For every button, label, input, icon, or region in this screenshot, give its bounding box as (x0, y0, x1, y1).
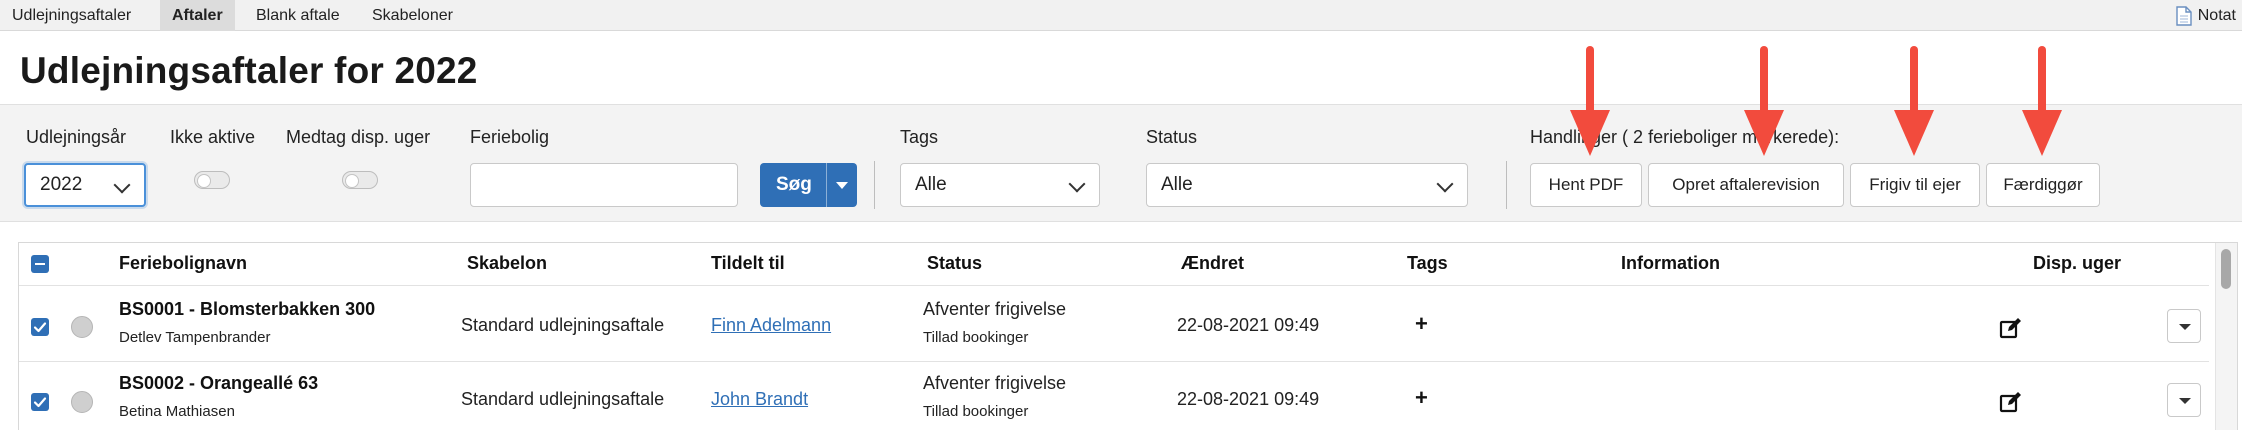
row-assigned-link[interactable]: John Brandt (711, 389, 808, 410)
get-pdf-button[interactable]: Hent PDF (1530, 163, 1642, 207)
agreements-table: Feriebolignavn Skabelon Tildelt til Stat… (18, 242, 2238, 430)
status-label: Status (1146, 127, 1198, 147)
document-icon (2176, 5, 2192, 26)
row-property-name: BS0001 - Blomsterbakken 300 (119, 299, 376, 319)
column-header-template[interactable]: Skabelon (467, 253, 547, 274)
column-header-information[interactable]: Information (1621, 253, 1720, 274)
search-dropdown-toggle[interactable] (827, 181, 857, 189)
tags-value: Alle (915, 174, 947, 195)
include-weeks-toggle[interactable] (342, 171, 378, 189)
add-tag-button[interactable]: + (1415, 385, 1428, 411)
search-button[interactable]: Søg (760, 163, 857, 207)
tab-skabeloner[interactable]: Skabeloner (360, 0, 465, 31)
row-changed: 22-08-2021 09:49 (1177, 389, 1320, 409)
edit-icon[interactable] (1999, 317, 2023, 339)
column-header-status[interactable]: Status (927, 253, 982, 274)
row-owner-name: Betina Mathiasen (119, 403, 235, 420)
edit-icon[interactable] (1999, 391, 2023, 413)
tab-aftaler[interactable]: Aftaler (160, 0, 235, 31)
annotation-arrow-icon (2022, 46, 2062, 156)
tags-select[interactable]: Alle (900, 163, 1100, 207)
row-changed: 22-08-2021 09:49 (1177, 315, 1320, 335)
column-header-tags[interactable]: Tags (1407, 253, 1448, 274)
row-owner-name: Detlev Tampenbrander (119, 329, 271, 346)
chevron-down-icon (113, 176, 131, 194)
row-status-indicator[interactable] (71, 391, 93, 413)
notat-label: Notat (2197, 7, 2236, 24)
row-assigned-link[interactable]: Finn Adelmann (711, 315, 831, 336)
add-tag-button[interactable]: + (1415, 311, 1428, 337)
annotation-arrow-icon (1894, 46, 1934, 156)
row-template: Standard udlejningsaftale (461, 389, 665, 409)
table-scrollbar[interactable] (2215, 243, 2237, 430)
row-status-sub: Tillad bookinger (923, 403, 1029, 420)
row-status: Afventer frigivelse (923, 373, 1067, 393)
caret-down-icon (835, 181, 848, 189)
column-header-name[interactable]: Feriebolignavn (119, 253, 247, 274)
create-agreement-revision-button[interactable]: Opret aftalerevision (1648, 163, 1844, 207)
notat-button[interactable]: Notat (2176, 0, 2236, 31)
column-header-assigned[interactable]: Tildelt til (711, 253, 785, 274)
column-header-disp-weeks[interactable]: Disp. uger (2033, 253, 2121, 274)
row-actions-dropdown[interactable] (2167, 383, 2201, 417)
chevron-down-icon (1436, 175, 1454, 193)
annotation-arrow-icon (1570, 46, 1610, 156)
row-property-name: BS0002 - Orangeallé 63 (119, 373, 319, 393)
checkmark-icon (33, 322, 47, 333)
annotation-arrow-icon (1744, 46, 1784, 156)
scrollbar-thumb[interactable] (2221, 249, 2231, 289)
top-tab-bar: Udlejningsaftaler Aftaler Blank aftale S… (0, 0, 2242, 31)
status-select[interactable]: Alle (1146, 163, 1468, 207)
include-weeks-label: Medtag disp. uger (286, 127, 431, 147)
year-select[interactable]: 2022 (24, 163, 146, 207)
inactive-label: Ikke aktive (170, 127, 256, 147)
row-actions-dropdown[interactable] (2167, 309, 2201, 343)
status-value: Alle (1161, 174, 1193, 195)
tags-label: Tags (900, 127, 939, 147)
row-status-sub: Tillad bookinger (923, 329, 1029, 346)
search-button-label: Søg (776, 174, 812, 195)
property-input[interactable] (470, 163, 738, 207)
year-label: Udlejningsår (26, 127, 127, 147)
inactive-toggle[interactable] (194, 171, 230, 189)
year-value: 2022 (40, 174, 83, 195)
release-to-owner-button[interactable]: Frigiv til ejer (1850, 163, 1980, 207)
row-checkbox[interactable] (31, 393, 49, 411)
page-title: Udlejningsaftaler for 2022 (20, 50, 478, 91)
select-all-checkbox[interactable] (31, 255, 49, 273)
row-status: Afventer frigivelse (923, 299, 1067, 319)
checkmark-icon (33, 397, 47, 408)
row-checkbox[interactable] (31, 318, 49, 336)
complete-button[interactable]: Færdiggør (1986, 163, 2100, 207)
tab-udlejningsaftaler[interactable]: Udlejningsaftaler (0, 0, 143, 31)
column-header-changed[interactable]: Ændret (1181, 253, 1244, 274)
row-template: Standard udlejningsaftale (461, 315, 665, 335)
tab-blank-aftale[interactable]: Blank aftale (244, 0, 352, 31)
row-status-indicator[interactable] (71, 316, 93, 338)
divider (1506, 161, 1507, 209)
divider (874, 161, 875, 209)
chevron-down-icon (1068, 175, 1086, 193)
property-label: Feriebolig (470, 127, 550, 147)
